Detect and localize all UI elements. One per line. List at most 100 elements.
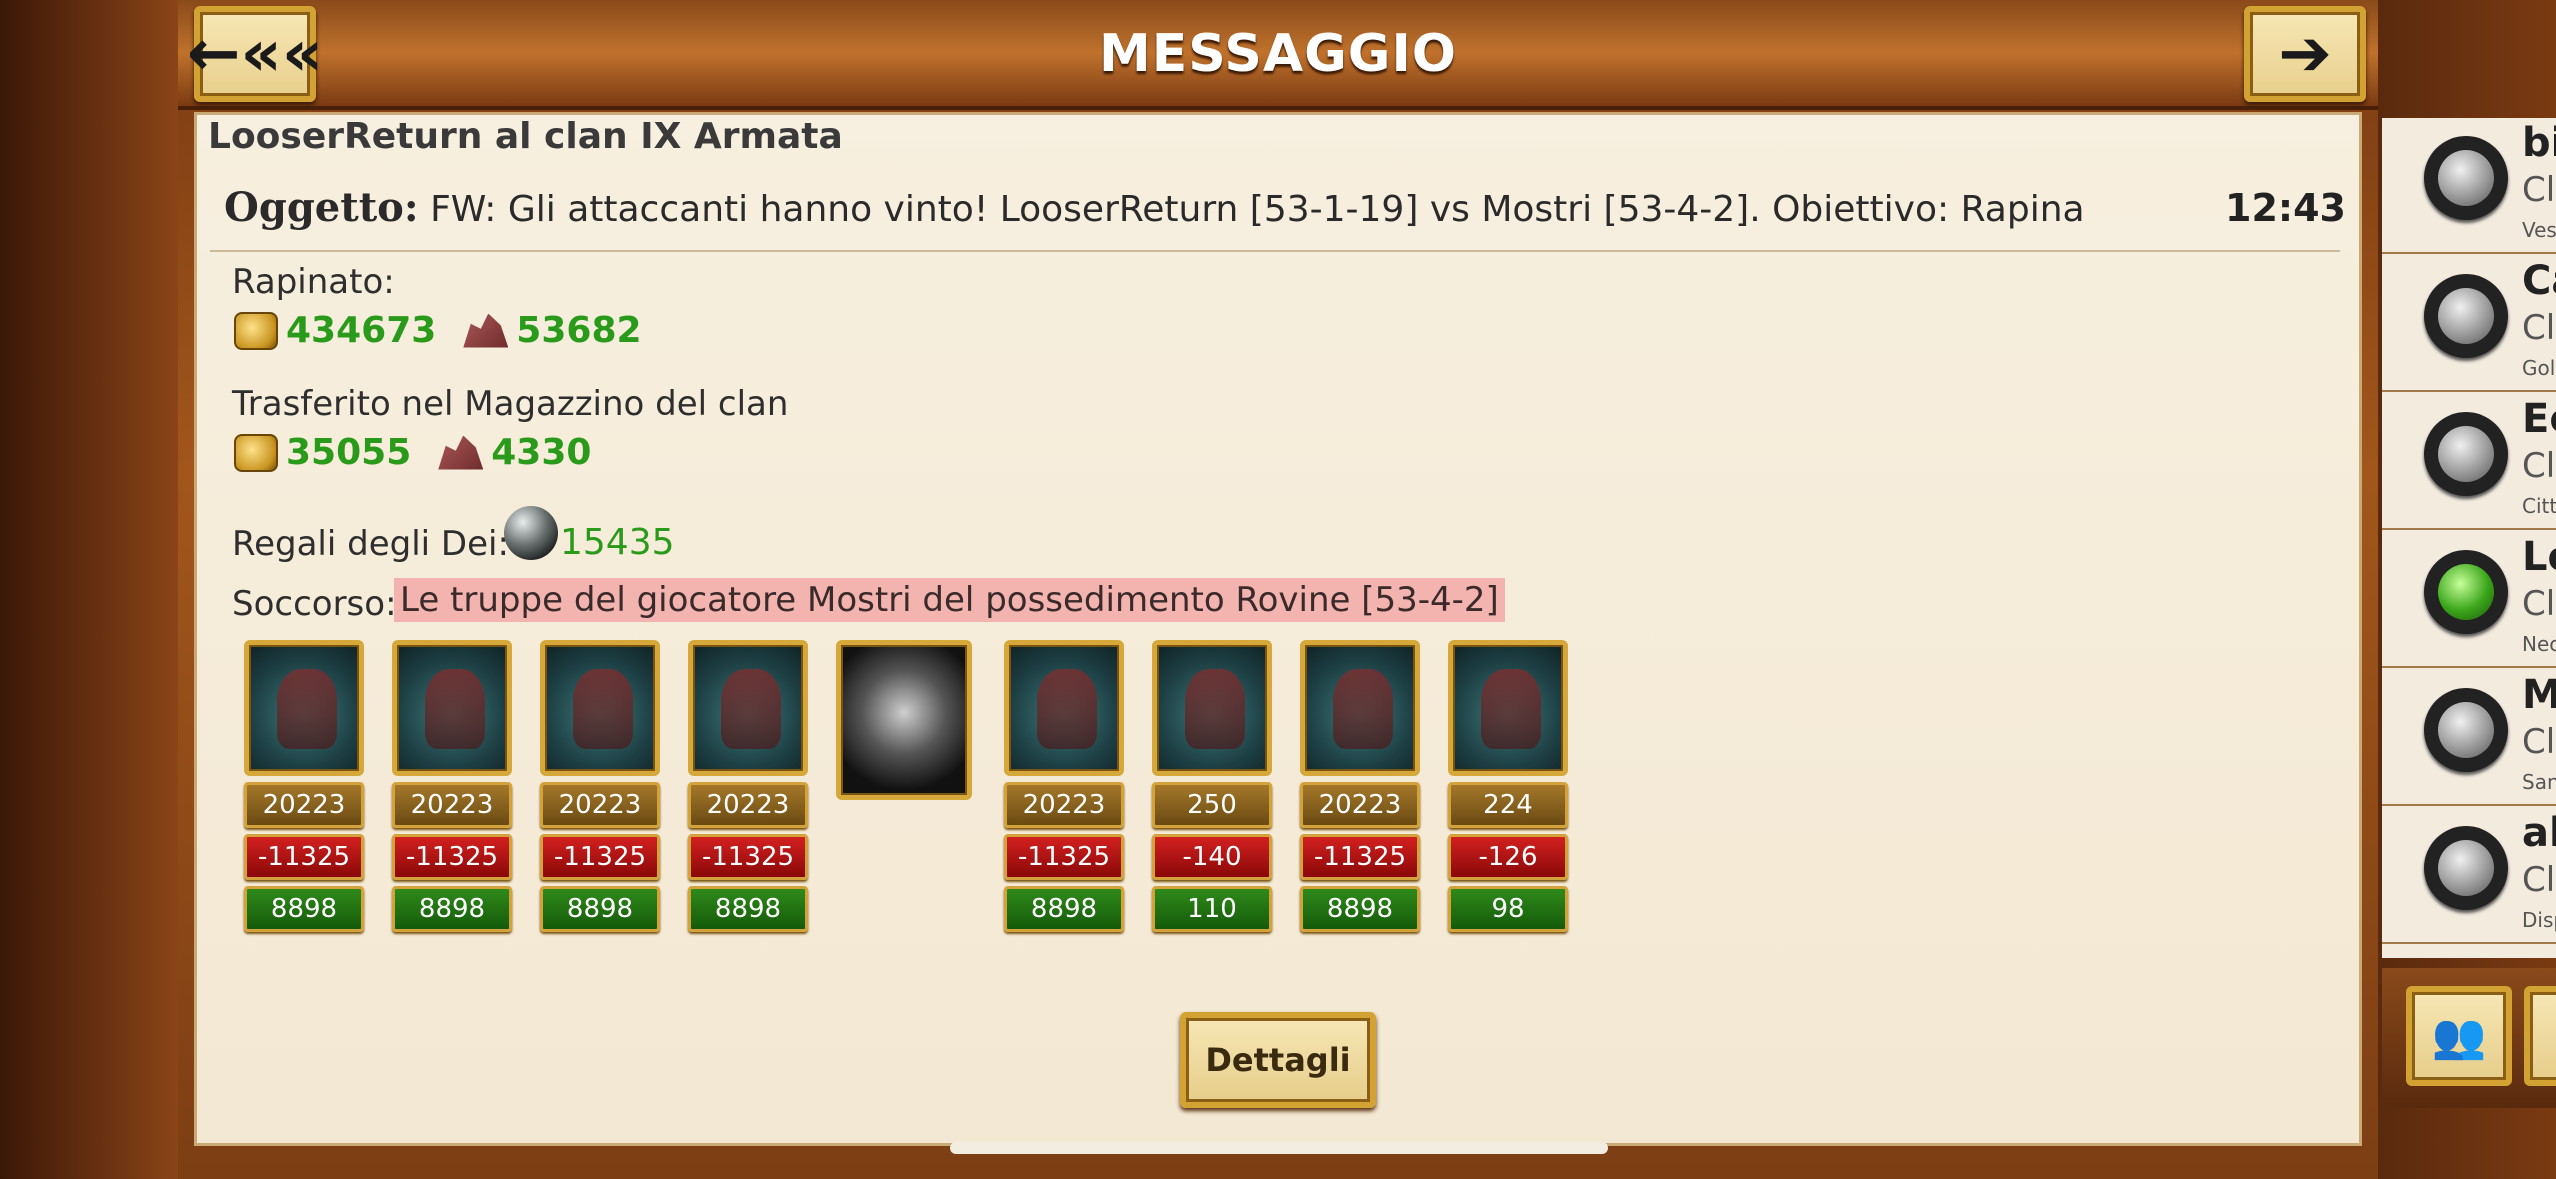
unit-portrait (244, 640, 364, 776)
unit-portrait (392, 640, 512, 776)
left-wood-frame (0, 0, 178, 1179)
plundered-resources: 434673 53682 (234, 310, 656, 351)
sidebar-item[interactable]: Lo Cla Nec (2382, 532, 2556, 668)
reinforcement-text: Le truppe del giocatore Mostri del posse… (394, 578, 1505, 622)
sidebar-item[interactable]: Ec Cla Citt (2382, 394, 2556, 530)
sidebar-item-name: Ec (2522, 396, 2556, 442)
title-bar: ←«« MESSAGGIO ➔ (178, 0, 2378, 110)
unit-portrait (1448, 640, 1568, 776)
unit-card[interactable]: 20223 -11325 8898 (688, 640, 808, 932)
unit-total: 20223 (1300, 782, 1420, 828)
sidebar-item-name: Ma (2522, 672, 2556, 718)
unit-card[interactable]: 224 -126 98 (1448, 640, 1568, 932)
unit-portrait (688, 640, 808, 776)
gifts-label: Regali degli Dei: (232, 524, 509, 564)
unit-total: 20223 (540, 782, 660, 828)
sidebar-item-detail: San (2522, 770, 2556, 794)
unit-loss: -126 (1448, 834, 1568, 880)
unit-total: 20223 (392, 782, 512, 828)
unit-card[interactable]: 20223 -11325 8898 (244, 640, 364, 932)
sidebar-item[interactable]: bia Cla Ves (2382, 118, 2556, 254)
hero-card[interactable] (836, 640, 976, 800)
page-title: MESSAGGIO (1099, 24, 1457, 84)
sidebar-list: bia Cla Ves Ca Cla Gol Ec Cla Citt Lo Cl… (2382, 118, 2556, 958)
sidebar-item-sub: Cla (2522, 860, 2556, 900)
unit-loss: -140 (1152, 834, 1272, 880)
status-orb-icon (2424, 136, 2508, 220)
divider (210, 250, 2340, 252)
unit-remaining: 110 (1152, 886, 1272, 932)
unit-loss: -11325 (688, 834, 808, 880)
home-indicator[interactable] (950, 1142, 1608, 1154)
sidebar-item[interactable]: Ca Cla Gol (2382, 256, 2556, 392)
gold-coin-icon (234, 433, 278, 472)
unit-loss: -11325 (392, 834, 512, 880)
subject-text: FW: Gli attaccanti hanno vinto! LooserRe… (430, 189, 2085, 230)
gifts-resource: 15435 (504, 502, 675, 563)
transferred-ore: 4330 (491, 432, 592, 473)
sidebar-item[interactable]: al Cla Disp (2382, 808, 2556, 944)
sidebar-item-sub: Cla (2522, 446, 2556, 486)
unit-portrait (1300, 640, 1420, 776)
unit-total: 20223 (1004, 782, 1124, 828)
unit-total: 20223 (688, 782, 808, 828)
ore-icon (463, 313, 509, 348)
sidebar-item-detail: Gol (2522, 356, 2556, 380)
unit-portrait (1152, 640, 1272, 776)
subject-label: Oggetto: (224, 184, 419, 231)
status-orb-icon (2424, 412, 2508, 496)
sidebar-item[interactable]: Ma Cla San (2382, 670, 2556, 806)
players-icon[interactable]: 👥 (2406, 986, 2512, 1086)
message-paper (194, 112, 2362, 1146)
unit-remaining: 8898 (244, 886, 364, 932)
sidebar-actions: 👥 (2382, 968, 2556, 1108)
sidebar-item-detail: Citt (2522, 494, 2556, 518)
unit-loss: -11325 (540, 834, 660, 880)
unit-remaining: 8898 (540, 886, 660, 932)
transferred-label: Trasferito nel Magazzino del clan (232, 384, 789, 424)
unit-loss: -11325 (1300, 834, 1420, 880)
orb-icon (504, 505, 558, 560)
unit-total: 20223 (244, 782, 364, 828)
sidebar-item-name: Ca (2522, 258, 2556, 304)
unit-total: 224 (1448, 782, 1568, 828)
sidebar-item-sub: Cla (2522, 584, 2556, 624)
details-button[interactable]: Dettagli (1180, 1012, 1376, 1108)
gifts-value: 15435 (560, 522, 675, 563)
sidebar-item-sub: Cla (2522, 308, 2556, 348)
sidebar-item-sub: Cla (2522, 170, 2556, 210)
unit-card[interactable]: 20223 -11325 8898 (392, 640, 512, 932)
unit-total: 250 (1152, 782, 1272, 828)
unit-remaining: 98 (1448, 886, 1568, 932)
sidebar-item-detail: Disp (2522, 908, 2556, 932)
unit-portrait (540, 640, 660, 776)
unit-loss: -11325 (1004, 834, 1124, 880)
unit-card[interactable]: 250 -140 110 (1152, 640, 1272, 932)
sidebar-item-name: bia (2522, 120, 2556, 166)
unit-loss: -11325 (244, 834, 364, 880)
unit-card[interactable]: 20223 -11325 8898 (1300, 640, 1420, 932)
reinforcement-label: Soccorso: (232, 584, 397, 624)
unit-remaining: 8898 (1300, 886, 1420, 932)
sidebar-item-sub: Cla (2522, 722, 2556, 762)
status-orb-icon (2424, 274, 2508, 358)
unit-card[interactable]: 20223 -11325 8898 (540, 640, 660, 932)
status-orb-icon (2424, 826, 2508, 910)
unit-remaining: 8898 (688, 886, 808, 932)
plundered-label: Rapinato: (232, 262, 395, 302)
hero-portrait (836, 640, 972, 800)
unit-portrait (1004, 640, 1124, 776)
forward-arrow-icon[interactable]: ➔ (2244, 6, 2366, 102)
sidebar-item-name: al (2522, 810, 2556, 856)
unit-remaining: 8898 (1004, 886, 1124, 932)
unit-card[interactable]: 20223 -11325 8898 (1004, 640, 1124, 932)
gold-coin-icon (234, 311, 278, 350)
online-orb-icon (2424, 550, 2508, 634)
plundered-ore: 53682 (516, 310, 642, 351)
tools-icon[interactable] (2524, 986, 2556, 1086)
unit-remaining: 8898 (392, 886, 512, 932)
sidebar-item-detail: Ves (2522, 218, 2556, 242)
ore-icon (438, 435, 484, 470)
transferred-resources: 35055 4330 (234, 432, 605, 473)
sidebar-item-name: Lo (2522, 534, 2556, 580)
